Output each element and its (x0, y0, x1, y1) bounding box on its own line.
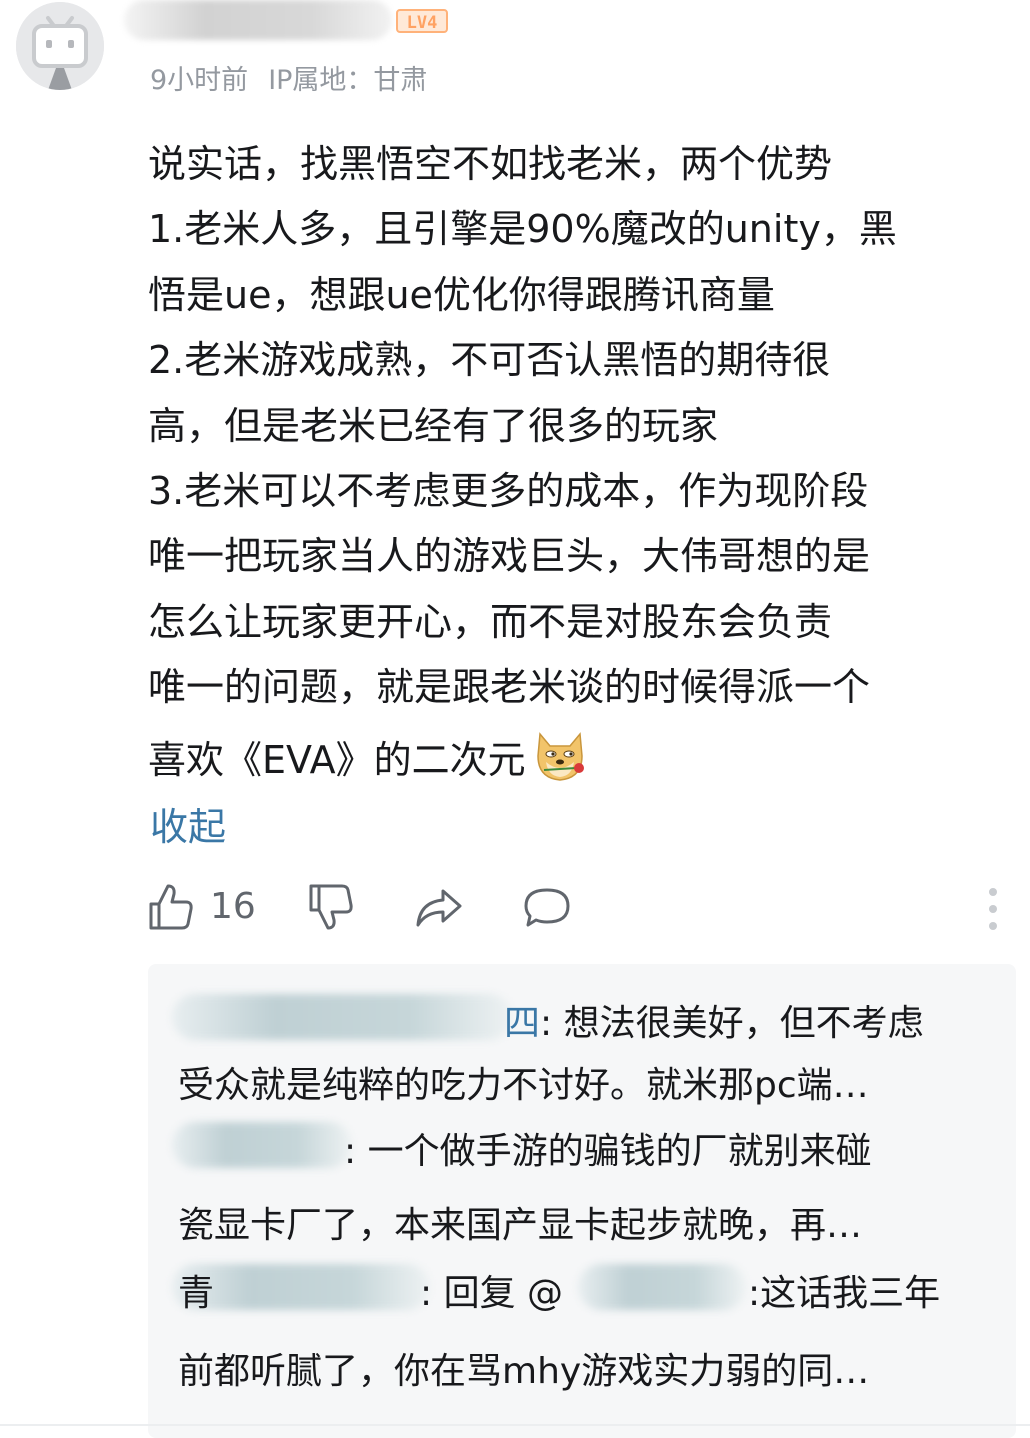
ip-location: IP属地：甘肃 (268, 65, 428, 96)
comment-line: 说实话，找黑悟空不如找老米，两个优势 (148, 142, 833, 186)
reply-item-3-prefix: : 回复 @ (420, 1273, 564, 1314)
reply-item-1-line-2: 受众就是纯粹的吃力不讨好。就米那pc端… (178, 1065, 869, 1106)
thumbs-up-icon[interactable] (148, 882, 194, 932)
comment-line-last: 喜欢《EVA》的二次元 (148, 721, 1023, 799)
mentioned-username-blurred[interactable] (578, 1264, 746, 1310)
comment-body: 说实话，找黑悟空不如找老米，两个优势 1.老米人多，且引擎是90%魔改的unit… (148, 132, 1023, 799)
avatar[interactable] (16, 2, 104, 90)
reply-username-tail[interactable]: 四 (504, 1003, 540, 1044)
thumbs-down-icon[interactable] (308, 882, 354, 932)
comment-meta: 9小时前 IP属地：甘肃 (150, 58, 427, 97)
reply-item-3-line-2: 前都听腻了，你在骂mhy游戏实力弱的同… (178, 1351, 870, 1392)
divider (0, 1424, 1030, 1426)
reply-text: : 想法很美好，但不考虑 (540, 1003, 924, 1044)
reply-username-tail[interactable]: 青 (178, 1264, 214, 1316)
comment-line: 唯一的问题，就是跟老米谈的时候得派一个 (148, 665, 871, 710)
bilibili-tv-avatar-icon (16, 2, 104, 90)
collapse-link[interactable]: 收起 (150, 796, 226, 851)
reply-item-1-line-1: 四: 想法很美好，但不考虑 (504, 994, 924, 1046)
comment-line: 3.老米可以不考虑更多的成本，作为现阶段 (148, 468, 869, 513)
doge-rose-emoji-icon (536, 732, 584, 781)
reply-preview-box[interactable]: 四: 想法很美好，但不考虑 受众就是纯粹的吃力不讨好。就米那pc端… : 一个做… (148, 964, 1016, 1438)
like-count: 16 (210, 886, 256, 927)
reply-item-2-line-2: 瓷显卡厂了，本来国产显卡起步就晚，再… (178, 1205, 863, 1246)
reply-item-2-line-1: : 一个做手游的骗钱的厂就别来碰 (344, 1131, 872, 1172)
reply-item-3-suffix: :这话我三年 (748, 1273, 941, 1314)
more-icon[interactable] (984, 884, 1002, 934)
comment-line: 高，但是老米已经有了很多的玩家 (148, 403, 719, 448)
comment-line: 2.老米游戏成熟，不可否认黑悟的期待很 (148, 338, 831, 383)
comment-line: 怎么让玩家更开心，而不是对股东会负责 (148, 599, 833, 644)
username-blurred[interactable] (124, 0, 392, 40)
comment-line: 1.老米人多，且引擎是90%魔改的unity，黑 (148, 207, 897, 252)
share-icon[interactable] (414, 882, 464, 932)
comment-line: 悟是ue，想跟ue优化你得跟腾讯商量 (148, 272, 775, 317)
comment-action-bar: 16 (0, 880, 1030, 940)
level-badge: LV4 (396, 9, 448, 33)
comment-time: 9小时前 (150, 65, 249, 96)
comment-line-text: 喜欢《EVA》的二次元 (148, 737, 526, 782)
reply-username-blurred[interactable] (172, 1122, 352, 1168)
comment-icon[interactable] (522, 882, 572, 932)
reply-username-blurred[interactable] (172, 994, 512, 1040)
comment-line: 唯一把玩家当人的游戏巨头，大伟哥想的是 (148, 534, 871, 579)
